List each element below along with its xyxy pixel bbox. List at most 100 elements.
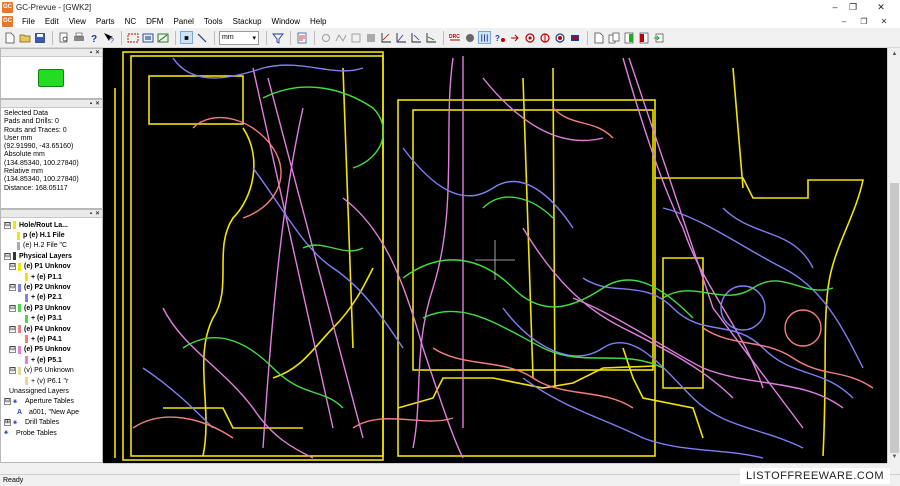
tree-row[interactable]: + (e) P1.1: [1, 272, 102, 282]
mdi-restore-button[interactable]: ❐: [856, 14, 872, 28]
layer-color-chip[interactable]: [18, 366, 21, 375]
layer-color-chip[interactable]: [17, 231, 20, 240]
probe-icon[interactable]: [568, 31, 581, 44]
menu-view[interactable]: View: [64, 17, 91, 26]
netlist-icon[interactable]: [478, 31, 491, 44]
tree-row[interactable]: + (e) P3.1: [1, 314, 102, 324]
close-icon[interactable]: ✕: [95, 100, 100, 107]
tree-row[interactable]: ⚹ Probe Tables: [1, 428, 102, 438]
fill-icon[interactable]: [364, 31, 377, 44]
axis-x-icon[interactable]: [394, 31, 407, 44]
new-file-icon[interactable]: [3, 31, 16, 44]
axis-xy-icon[interactable]: [379, 31, 392, 44]
layer-color-chip[interactable]: [17, 241, 20, 250]
layer-color-chip[interactable]: [13, 252, 16, 261]
tree-row[interactable]: ⊟ (e) P1 Unknov: [1, 262, 102, 272]
help-icon[interactable]: ?: [87, 31, 100, 44]
layer-report-icon[interactable]: [295, 31, 308, 44]
collapse-icon[interactable]: ⊟: [4, 252, 11, 260]
menu-help[interactable]: Help: [305, 17, 331, 26]
axis-y-icon[interactable]: [409, 31, 422, 44]
collapse-icon[interactable]: ⊟: [4, 221, 11, 229]
maximize-button[interactable]: ❐: [840, 0, 866, 14]
copper-pour-icon[interactable]: ?: [493, 31, 506, 44]
vertical-scroll-thumb[interactable]: [890, 183, 899, 453]
save-icon[interactable]: [33, 31, 46, 44]
close-icon[interactable]: ✕: [95, 210, 100, 217]
testpoint-icon[interactable]: [553, 31, 566, 44]
scroll-up-icon[interactable]: ▲: [888, 48, 900, 60]
tree-row[interactable]: ⊞ ⚹ Drill Tables: [1, 417, 102, 427]
component-icon[interactable]: [463, 31, 476, 44]
select-tool-icon[interactable]: [180, 31, 193, 44]
pin-icon[interactable]: ▪: [90, 101, 92, 107]
collapse-icon[interactable]: ⊟: [4, 398, 11, 406]
net-arrow-icon[interactable]: [508, 31, 521, 44]
export-icon[interactable]: [652, 31, 665, 44]
layer-color-chip[interactable]: [18, 325, 21, 334]
tree-row[interactable]: Aa001, "New Ape: [1, 407, 102, 417]
gear-pad-icon[interactable]: [319, 31, 332, 44]
tree-row[interactable]: ⊟ (e) P2 Unknov: [1, 282, 102, 292]
tree-row[interactable]: ⊟ (e) P4 Unknov: [1, 324, 102, 334]
tree-row[interactable]: (e) H.2 File "C: [1, 241, 102, 251]
layer-color-chip[interactable]: [18, 304, 21, 313]
pin-icon[interactable]: ▪: [90, 50, 92, 56]
axis-diag-icon[interactable]: [424, 31, 437, 44]
board-drawing[interactable]: [103, 48, 887, 463]
pad-icon[interactable]: [538, 31, 551, 44]
scroll-down-icon[interactable]: ▼: [888, 451, 900, 463]
zoom-window-icon[interactable]: [126, 31, 139, 44]
print-icon[interactable]: [72, 31, 85, 44]
tree-row[interactable]: ⊟ (e) P3 Unknov: [1, 303, 102, 313]
measure-tool-icon[interactable]: [195, 31, 208, 44]
tree-row[interactable]: p (e) H.1 File: [1, 230, 102, 240]
drc-icon[interactable]: DRC: [448, 31, 461, 44]
layer-color-chip[interactable]: [25, 377, 28, 386]
collapse-icon[interactable]: ⊟: [9, 346, 16, 354]
tree-row[interactable]: Unassigned Layers: [1, 386, 102, 396]
open-folder-icon[interactable]: [18, 31, 31, 44]
tree-row[interactable]: ⊟ ⚹ Aperture Tables: [1, 397, 102, 407]
mdi-close-button[interactable]: ✕: [876, 14, 892, 28]
tree-row[interactable]: + (e) P5.1: [1, 355, 102, 365]
units-select[interactable]: mm ▾: [219, 30, 259, 45]
zoom-fit-icon[interactable]: [141, 31, 154, 44]
mdi-minimize-button[interactable]: –: [836, 14, 852, 28]
menu-stackup[interactable]: Stackup: [228, 17, 267, 26]
layer-color-chip[interactable]: [18, 283, 21, 292]
layer-color-chip[interactable]: [18, 345, 21, 354]
via-icon[interactable]: [523, 31, 536, 44]
menu-nc[interactable]: NC: [120, 17, 142, 26]
tree-row[interactable]: ⊟ Physical Layers: [1, 251, 102, 261]
doc-copy-icon[interactable]: [607, 31, 620, 44]
menu-parts[interactable]: Parts: [91, 17, 120, 26]
menu-file[interactable]: File: [17, 17, 40, 26]
menu-tools[interactable]: Tools: [199, 17, 228, 26]
layer-color-chip[interactable]: [25, 335, 28, 344]
collapse-icon[interactable]: ⊟: [9, 263, 16, 271]
tree-row[interactable]: ⊟ (e) P5 Unknov: [1, 345, 102, 355]
menu-window[interactable]: Window: [267, 17, 305, 26]
context-help-icon[interactable]: ?: [102, 31, 115, 44]
layer-red-icon[interactable]: [637, 31, 650, 44]
collapse-icon[interactable]: ⊟: [9, 284, 16, 292]
trace-icon[interactable]: [334, 31, 347, 44]
menu-edit[interactable]: Edit: [40, 17, 64, 26]
layer-color-chip[interactable]: [25, 356, 28, 365]
zoom-all-icon[interactable]: [156, 31, 169, 44]
new-doc-icon[interactable]: [592, 31, 605, 44]
layer-green-icon[interactable]: [622, 31, 635, 44]
tree-row[interactable]: ⊟ Hole/Rout La...: [1, 220, 102, 230]
menu-panel[interactable]: Panel: [168, 17, 198, 26]
vertical-scrollbar[interactable]: ▲ ▼: [887, 48, 900, 463]
tree-row[interactable]: ⊟ (v) P6 Unknown: [1, 365, 102, 375]
pin-icon[interactable]: ▪: [90, 211, 92, 217]
collapse-icon[interactable]: ⊟: [9, 367, 16, 375]
tree-row[interactable]: + (e) P4.1: [1, 334, 102, 344]
menu-dfm[interactable]: DFM: [141, 17, 168, 26]
outline-icon[interactable]: [349, 31, 362, 44]
tree-row[interactable]: + (e) P2.1: [1, 293, 102, 303]
close-button[interactable]: ✕: [868, 0, 894, 14]
layer-color-chip[interactable]: [13, 221, 16, 230]
